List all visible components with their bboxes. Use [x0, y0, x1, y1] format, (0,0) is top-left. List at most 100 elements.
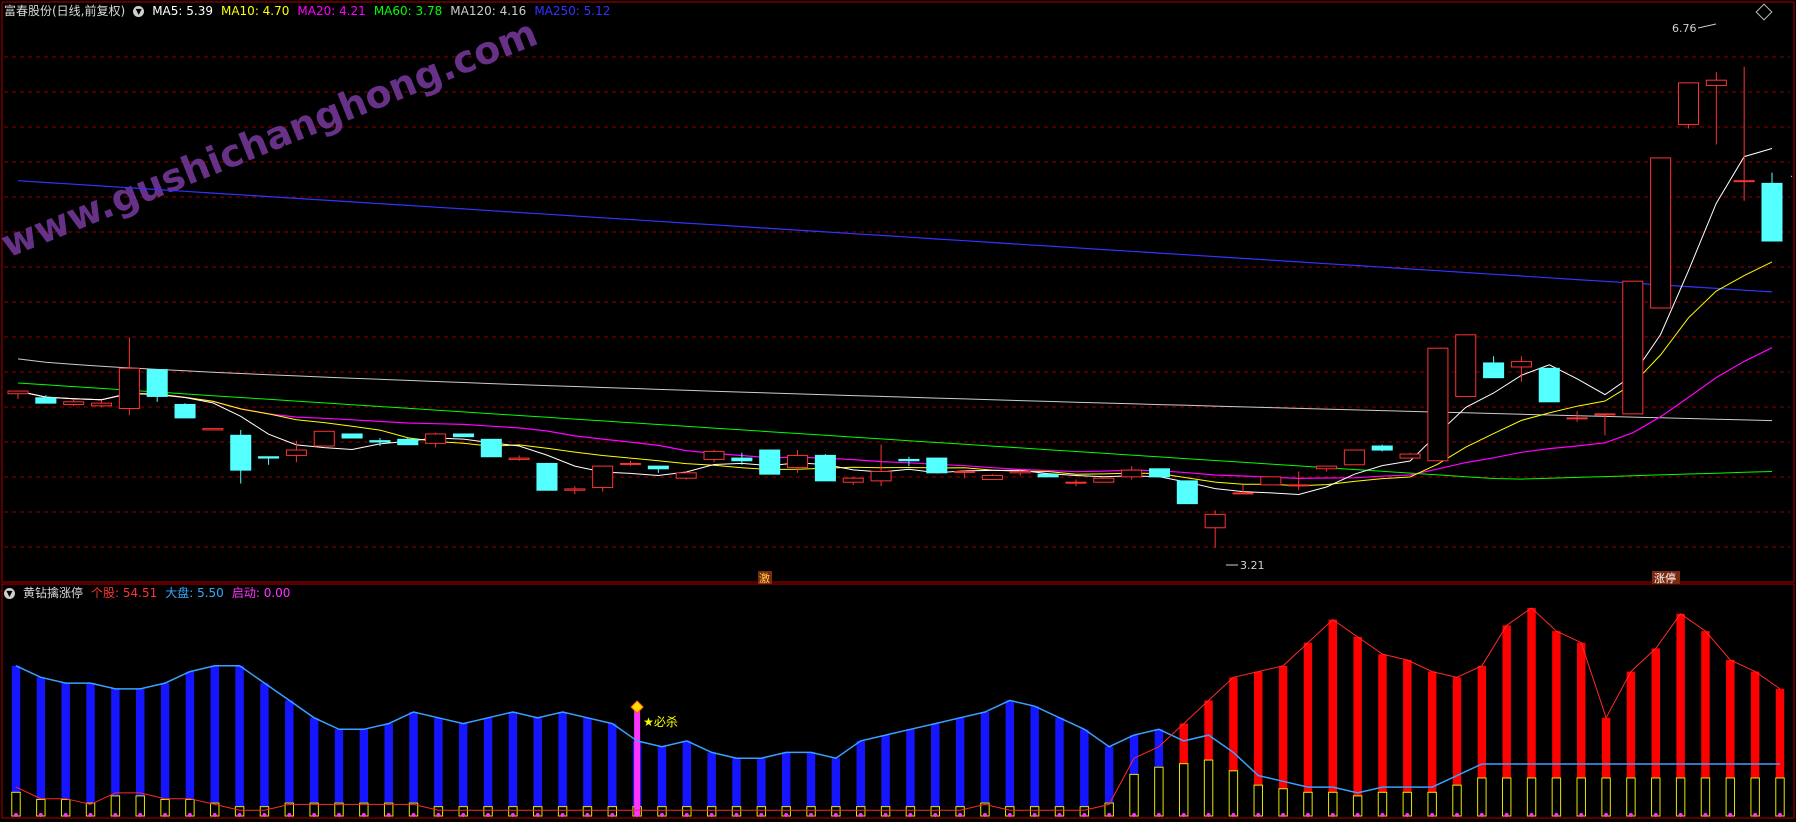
- start-dot: [610, 813, 615, 817]
- candle-body: [592, 465, 614, 489]
- start-dot: [1529, 813, 1534, 817]
- market-bar: [881, 735, 890, 816]
- market-bar: [384, 723, 393, 816]
- candle-body: [35, 397, 57, 404]
- candle-body: [647, 465, 669, 470]
- start-dot: [1132, 813, 1137, 817]
- volume-bar: [1178, 763, 1189, 817]
- volume-bar: [11, 791, 21, 817]
- market-bar: [682, 740, 692, 816]
- start-dot: [63, 813, 68, 817]
- ma5-line: [17, 148, 1773, 496]
- candle-body: [1176, 480, 1198, 505]
- start-dot: [1107, 813, 1112, 817]
- volume-bar: [1228, 770, 1239, 817]
- volume-bar: [135, 795, 145, 817]
- indicator-legend-item-1: 大盘: 5.50: [165, 584, 224, 602]
- market-bar: [434, 717, 443, 816]
- start-dot: [1430, 813, 1435, 817]
- candle-body: [480, 438, 502, 458]
- start-dot: [933, 813, 938, 817]
- indicator-legend-item-label: 大盘:: [165, 586, 194, 600]
- candle-body: [619, 462, 642, 465]
- market-bar: [86, 683, 95, 816]
- ma-legend-item-label: MA20:: [297, 4, 336, 18]
- ma-legend-item-label: MA60:: [373, 4, 412, 18]
- start-dot: [38, 813, 43, 817]
- ma-legend-item-value: 5.12: [579, 4, 611, 18]
- candle-body: [452, 433, 474, 438]
- candle-body: [1399, 453, 1421, 459]
- candle-body: [1733, 180, 1755, 183]
- volume-bar: [1278, 788, 1288, 817]
- market-bar: [1030, 706, 1039, 816]
- high-arrow: [1697, 23, 1717, 29]
- start-dot: [113, 813, 118, 817]
- volume-bar: [1651, 777, 1661, 817]
- indicator-legend-item-value: 5.50: [193, 586, 224, 600]
- ma20-line: [17, 347, 1773, 480]
- volume-bar: [1750, 777, 1760, 817]
- start-dot: [1181, 813, 1186, 817]
- candle-body: [1232, 492, 1254, 495]
- candle-body: [1343, 449, 1365, 466]
- market-bar: [458, 723, 468, 816]
- chevron-down-icon[interactable]: ▼: [133, 5, 145, 17]
- stock-bar: [1353, 636, 1362, 816]
- market-bar: [260, 683, 269, 816]
- volume-bar: [1551, 777, 1562, 817]
- start-dot: [1455, 813, 1460, 817]
- candle-body: [341, 433, 363, 439]
- signal-diamond-icon: [630, 700, 644, 714]
- candle-body: [369, 440, 391, 443]
- signal-bar: [634, 708, 641, 816]
- candle-body: [814, 454, 836, 482]
- start-dot: [1628, 813, 1633, 817]
- volume-bar: [1626, 777, 1636, 817]
- tag-left-text: 激: [759, 571, 770, 585]
- start-dot: [1579, 813, 1584, 817]
- volume-bar: [1675, 777, 1686, 817]
- chevron-down-icon[interactable]: ▼: [4, 587, 15, 599]
- candle-body: [508, 457, 530, 460]
- candle-body: [285, 449, 307, 456]
- market-bar: [1005, 700, 1015, 816]
- start-dot: [1082, 813, 1087, 817]
- candle-body: [397, 438, 419, 446]
- candle-body: [1483, 362, 1505, 379]
- candle-body: [1204, 513, 1226, 529]
- ma-legend-item-1: MA10: 4.70: [221, 2, 289, 20]
- market-line: [15, 665, 1780, 794]
- chart-canvas[interactable]: www.gushichanghong.com 6.76 3.21 激 涨停 · ★必杀: [0, 0, 1796, 822]
- candle-body: [1093, 477, 1115, 483]
- start-dot: [361, 813, 366, 817]
- market-bar: [483, 717, 493, 816]
- ma-legend-item-label: MA10:: [220, 4, 259, 18]
- candle-body: [1677, 82, 1699, 125]
- ma10-line: [17, 261, 1773, 487]
- start-dot: [187, 813, 192, 817]
- indicator-legend-item-0: 个股: 54.51: [91, 584, 157, 602]
- ma-legend-item-3: MA60: 3.78: [374, 2, 442, 20]
- start-dot: [1405, 813, 1410, 817]
- ma60-line: [17, 382, 1773, 480]
- stock-title: 富春股份(日线,前复权): [4, 4, 126, 18]
- market-bar: [409, 712, 418, 816]
- stock-bar: [1303, 642, 1313, 816]
- market-bar: [657, 746, 667, 816]
- start-dot: [386, 813, 391, 817]
- market-bar: [1055, 717, 1064, 816]
- market-bar: [210, 665, 219, 816]
- stock-bar: [1378, 654, 1387, 816]
- market-bar: [583, 717, 592, 816]
- ma-legend-item-value: 3.78: [411, 4, 443, 18]
- candle-body: [230, 434, 252, 471]
- candle-body: [1148, 468, 1171, 478]
- indicator-legend-item-label: 启动:: [231, 586, 260, 600]
- volume-bar: [1725, 777, 1736, 817]
- start-dot: [1728, 813, 1733, 817]
- market-bar: [309, 717, 319, 816]
- start-dot: [1231, 813, 1236, 817]
- volume-bar: [1129, 773, 1139, 817]
- start-dot: [809, 813, 814, 817]
